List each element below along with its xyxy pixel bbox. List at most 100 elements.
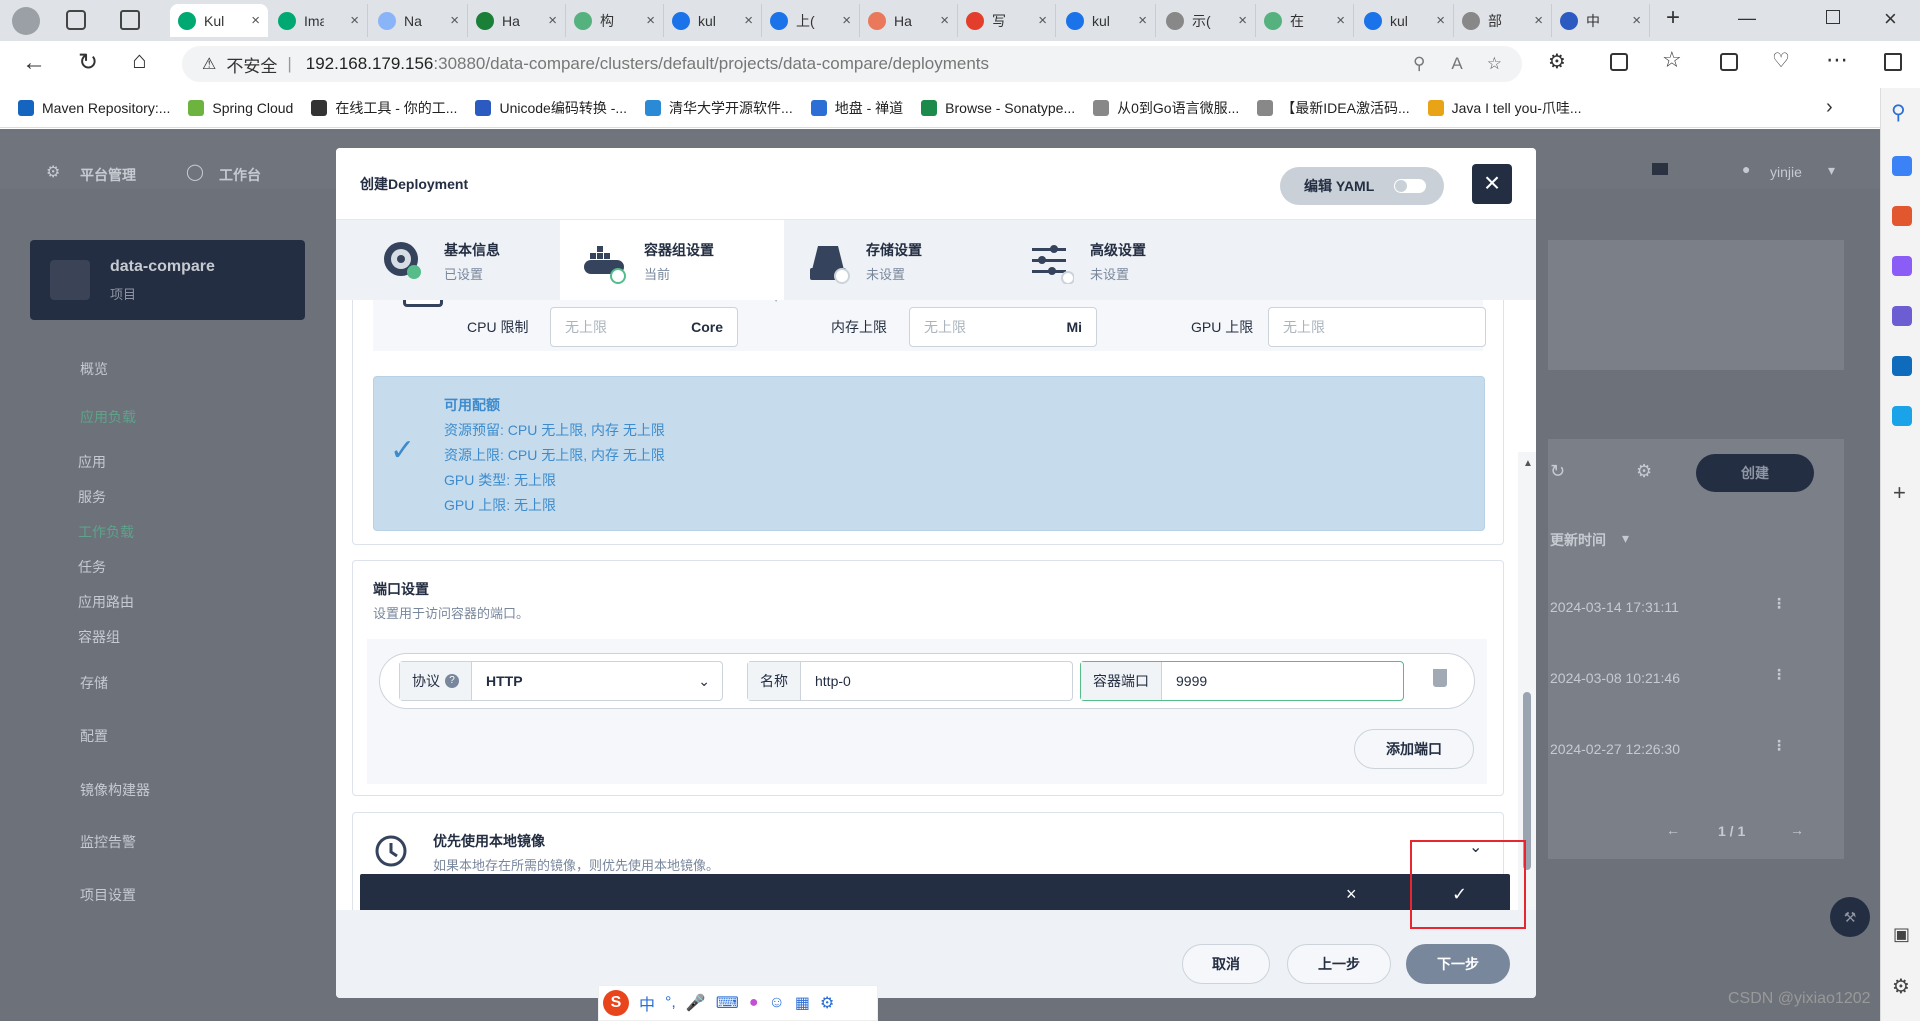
settings-icon[interactable]: ⚙ <box>1892 974 1910 999</box>
delete-port-icon[interactable] <box>1433 669 1447 687</box>
menu-image-builder[interactable]: 镜像构建器 <box>80 780 150 800</box>
browser-tab[interactable]: 上(× <box>762 4 860 37</box>
sidebar-toggle-icon[interactable] <box>1884 53 1902 71</box>
cpu-limit-input[interactable]: 无上限 Core <box>550 307 738 347</box>
menu-overview[interactable]: 概览 <box>80 359 108 379</box>
ime-logo-icon[interactable]: S <box>603 990 629 1016</box>
menu-config[interactable]: 配置 <box>80 726 108 746</box>
refresh-list-icon[interactable]: ↻ <box>1550 461 1565 482</box>
add-sidebar-app-icon[interactable]: + <box>1893 480 1906 506</box>
cancel-button[interactable]: 取消 <box>1182 944 1270 984</box>
office-icon[interactable] <box>1892 306 1912 326</box>
menu-monitoring[interactable]: 监控告警 <box>80 832 136 852</box>
ime-punctuation-icon[interactable]: °, <box>665 994 676 1012</box>
refresh-icon[interactable]: ↻ <box>78 48 98 77</box>
user-avatar-icon[interactable]: ● <box>1742 161 1750 177</box>
yaml-switch[interactable] <box>1394 179 1426 193</box>
bookmark-item[interactable]: 从0到Go语言微服... <box>1093 98 1239 118</box>
tab-close-icon[interactable]: × <box>350 12 359 29</box>
workspaces-icon[interactable] <box>66 10 86 30</box>
tools-icon[interactable] <box>1892 206 1912 226</box>
back-icon[interactable]: ← <box>22 49 46 77</box>
favorites-icon[interactable]: ☆ <box>1662 47 1682 73</box>
list-settings-icon[interactable]: ⚙ <box>1636 461 1652 482</box>
tab-close-icon[interactable]: × <box>1238 12 1247 29</box>
prev-step-button[interactable]: 上一步 <box>1287 944 1391 984</box>
menu-workload[interactable]: 工作负载 <box>78 522 134 542</box>
tab-close-icon[interactable]: × <box>1436 12 1445 29</box>
browser-tab[interactable]: 在 × <box>1256 4 1354 37</box>
add-favorite-icon[interactable]: ☆ <box>1487 54 1502 74</box>
ime-skin-icon[interactable]: ● <box>749 994 759 1012</box>
browser-tab[interactable]: kul × <box>1356 4 1454 37</box>
tab-actions-icon[interactable] <box>120 10 140 30</box>
read-aloud-icon[interactable]: A <box>1451 54 1462 74</box>
collections-icon[interactable] <box>1720 53 1738 71</box>
nav-workbench[interactable]: 工作台 <box>219 165 261 185</box>
row-3-more-icon[interactable]: ⋮ <box>1772 737 1786 754</box>
step-basic-info[interactable]: 基本信息 已设置 <box>336 220 560 300</box>
user-caret-icon[interactable]: ▾ <box>1828 162 1835 179</box>
browser-tab[interactable]: Ha × <box>860 4 958 37</box>
tab-close-icon[interactable]: × <box>1534 12 1543 29</box>
search-icon[interactable]: ⚲ <box>1891 100 1906 125</box>
outlook-icon[interactable] <box>1892 356 1912 376</box>
tab-close-icon[interactable]: × <box>1336 12 1345 29</box>
scroll-up-icon[interactable]: ▲ <box>1523 458 1533 469</box>
tab-close-icon[interactable]: × <box>744 12 753 29</box>
protocol-select[interactable]: 协议? HTTP ⌄ <box>399 661 723 701</box>
tab-close-icon[interactable]: × <box>940 12 949 29</box>
browser-tab[interactable]: kul × <box>664 4 762 37</box>
nav-platform[interactable]: 平台管理 <box>80 165 136 185</box>
screenshot-icon[interactable]: ▣ <box>1893 924 1910 945</box>
tab-close-icon[interactable]: × <box>450 12 459 29</box>
project-card[interactable]: data-compare 项目 <box>30 240 305 320</box>
bookmark-item[interactable]: 【最新IDEA激活码... <box>1257 98 1410 118</box>
create-button[interactable]: 创建 <box>1696 454 1814 492</box>
menu-project-settings[interactable]: 项目设置 <box>80 885 136 905</box>
tab-close-icon[interactable]: × <box>251 12 260 29</box>
browser-tab[interactable]: 示(× <box>1158 4 1256 37</box>
bookmark-item[interactable]: Java I tell you-爪哇... <box>1427 98 1582 118</box>
next-page-icon[interactable]: → <box>1790 822 1804 838</box>
help-icon[interactable]: ? <box>445 674 459 688</box>
gpu-limit-input[interactable]: 无上限 <box>1268 307 1486 347</box>
browser-tab[interactable]: 部 × <box>1454 4 1552 37</box>
add-port-button[interactable]: 添加端口 <box>1354 729 1474 769</box>
next-step-button[interactable]: 下一步 <box>1406 944 1510 984</box>
shopping-icon[interactable] <box>1892 156 1912 176</box>
toolbar-cancel-icon[interactable]: × <box>1346 884 1357 905</box>
step-container-settings[interactable]: 容器组设置 当前 <box>560 220 784 300</box>
home-icon[interactable]: ⌂ <box>132 47 147 75</box>
notification-icon[interactable] <box>1652 163 1668 175</box>
browser-tab[interactable]: 构 × <box>566 4 664 37</box>
bookmarks-overflow-icon[interactable]: › <box>1826 96 1833 119</box>
restore-button[interactable] <box>1826 10 1840 24</box>
minimize-button[interactable]: — <box>1738 8 1756 29</box>
browser-tab[interactable]: 写 × <box>958 4 1056 37</box>
profile-avatar[interactable] <box>12 7 40 35</box>
port-name-input[interactable]: 名称 http-0 <box>747 661 1073 701</box>
browser-tab[interactable]: 中 × <box>1552 4 1650 37</box>
row-2-more-icon[interactable]: ⋮ <box>1772 666 1786 683</box>
container-port-input[interactable]: 容器端口 9999 <box>1080 661 1404 701</box>
tab-close-icon[interactable]: × <box>1038 12 1047 29</box>
menu-jobs[interactable]: 任务 <box>78 557 106 577</box>
update-time-header[interactable]: 更新时间 <box>1550 530 1606 550</box>
close-modal-button[interactable]: × <box>1472 164 1512 204</box>
user-name[interactable]: yinjie <box>1770 164 1802 180</box>
mem-limit-input[interactable]: 无上限 Mi <box>909 307 1097 347</box>
url-field[interactable]: ⚠ 不安全 | 192.168.179.156:30880/data-compa… <box>182 46 1522 82</box>
ime-apps-icon[interactable]: ▦ <box>795 993 810 1013</box>
extensions-icon[interactable]: ⚙ <box>1548 49 1566 74</box>
ime-settings-icon[interactable]: ⚙ <box>820 993 834 1013</box>
password-key-icon[interactable]: ⚲ <box>1413 54 1425 74</box>
bookmark-item[interactable]: Browse - Sonatype... <box>921 99 1075 116</box>
bookmark-item[interactable]: Spring Cloud <box>188 99 293 116</box>
ime-emoji-icon[interactable]: ☺ <box>769 994 785 1012</box>
bookmark-item[interactable]: Maven Repository:... <box>18 99 170 116</box>
send-icon[interactable] <box>1892 406 1912 426</box>
tab-close-icon[interactable]: × <box>1138 12 1147 29</box>
step-storage[interactable]: 存储设置 未设置 <box>784 220 1008 300</box>
menu-pods[interactable]: 容器组 <box>78 627 120 647</box>
